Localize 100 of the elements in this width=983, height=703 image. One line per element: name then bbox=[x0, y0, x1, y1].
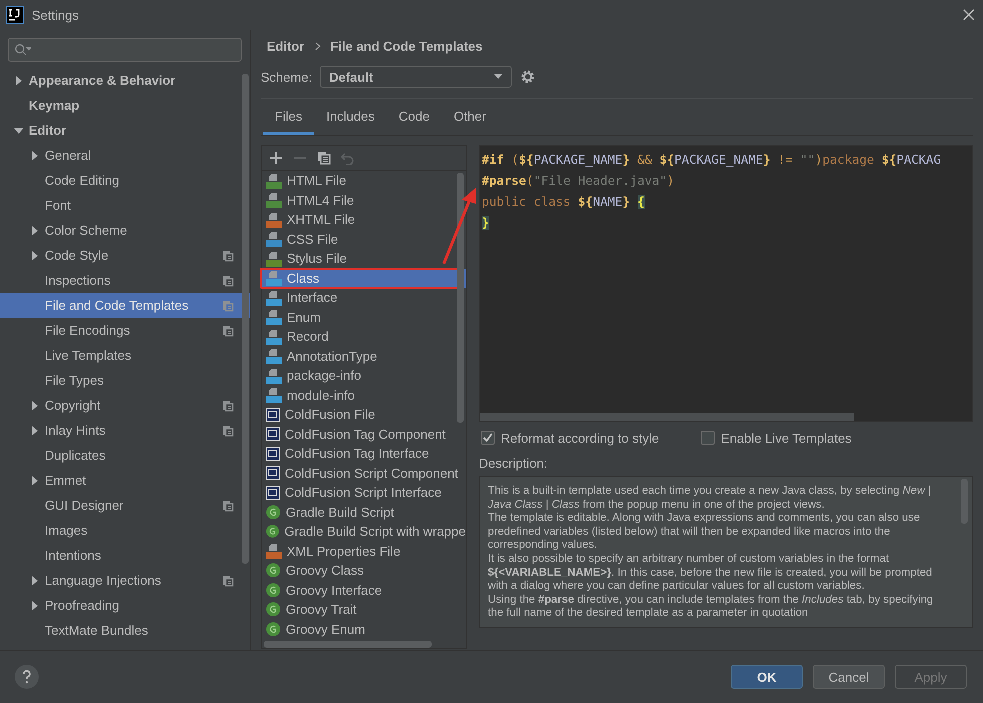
tree-item[interactable]: Copyright bbox=[0, 393, 250, 418]
tree-item[interactable]: Language Injections bbox=[0, 568, 250, 593]
template-item[interactable]: ColdFusion Script Component bbox=[262, 464, 466, 483]
tree-item[interactable]: File and Code Templates bbox=[0, 293, 250, 318]
tree-item[interactable]: Color Scheme bbox=[0, 218, 250, 243]
template-item[interactable]: Stylus File bbox=[262, 249, 466, 268]
template-item[interactable]: Groovy Class bbox=[262, 561, 466, 580]
tab[interactable]: Files bbox=[263, 105, 314, 135]
checkbox[interactable]: Reformat according to style bbox=[481, 430, 660, 446]
tree-item[interactable]: Live Templates bbox=[0, 343, 250, 368]
tree-item[interactable]: TextMate Bundles bbox=[0, 618, 250, 643]
template-item[interactable]: Groovy Enum bbox=[262, 620, 466, 639]
tree-item[interactable]: Duplicates bbox=[0, 443, 250, 468]
tree-item[interactable]: Code Editing bbox=[0, 168, 250, 193]
tree-item[interactable]: Inspections bbox=[0, 268, 250, 293]
copy-icon bbox=[317, 151, 331, 165]
template-item[interactable]: Gradle Build Script bbox=[262, 502, 466, 522]
tree-item[interactable]: General bbox=[0, 143, 250, 168]
checkbox[interactable]: Enable Live Templates bbox=[701, 430, 852, 446]
scrollbar[interactable] bbox=[457, 173, 464, 423]
code-line: #if (${PACKAGE_NAME} && ${PACKAGE_NAME} != "")package ${PACKAG bbox=[482, 152, 942, 169]
template-item[interactable]: CSS File bbox=[262, 230, 466, 249]
tree-item[interactable]: Font bbox=[0, 193, 250, 218]
chevron-icon bbox=[314, 42, 321, 50]
file-type-icon bbox=[266, 368, 282, 384]
template-item[interactable]: XML Properties File bbox=[262, 542, 466, 561]
template-item[interactable]: package-info bbox=[262, 366, 466, 386]
app-logo-icon bbox=[6, 6, 24, 24]
tree-item[interactable]: File Types bbox=[0, 368, 250, 393]
collapsed-arrow-icon[interactable] bbox=[30, 600, 40, 610]
template-item[interactable]: ColdFusion Script Interface bbox=[262, 483, 466, 502]
template-item[interactable]: XHTML File bbox=[262, 210, 466, 230]
file-type-icon bbox=[266, 328, 282, 345]
tree-item[interactable]: Intentions bbox=[0, 543, 250, 568]
template-item[interactable]: module-info bbox=[262, 386, 466, 405]
collapsed-arrow-icon[interactable] bbox=[30, 226, 40, 236]
description-text: This is a built-in template used each time you create a new Java class, by selecting New | Java Class | Class from the popup menu in one of the project views. bbox=[488, 485, 932, 512]
tree-item[interactable]: File Encodings bbox=[0, 318, 250, 343]
template-item[interactable]: Gradle Build Script with wrappe bbox=[262, 522, 466, 542]
collapsed-arrow-icon[interactable] bbox=[30, 150, 40, 160]
breadcrumb-item: Editor bbox=[267, 38, 305, 54]
description-text: Using the #parse directive, you can include templates from the Includes tab, by specifying the full name of the desired template as a parameter in quotation bbox=[488, 594, 934, 621]
tree-item[interactable]: Keymap bbox=[0, 93, 250, 118]
file-type-icon bbox=[266, 212, 282, 228]
code-line: public class ${NAME} { bbox=[482, 194, 645, 211]
collapsed-arrow-icon[interactable] bbox=[30, 400, 40, 410]
settings-icon[interactable] bbox=[520, 69, 536, 85]
help-icon[interactable] bbox=[14, 664, 40, 690]
scheme-label: Scheme: bbox=[261, 70, 312, 84]
breadcrumb-item: File and Code Templates bbox=[330, 38, 483, 54]
template-item[interactable]: HTML File bbox=[262, 171, 466, 190]
add-icon bbox=[269, 151, 283, 165]
tree-item[interactable]: Proofreading bbox=[0, 593, 250, 618]
tree-item[interactable]: Inlay Hints bbox=[0, 418, 250, 443]
tree-item[interactable]: Images bbox=[0, 518, 250, 543]
collapsed-arrow-icon[interactable] bbox=[30, 476, 40, 486]
dialog-button[interactable]: OK bbox=[731, 665, 803, 689]
file-type-icon bbox=[266, 270, 282, 286]
template-item[interactable]: Record bbox=[262, 327, 466, 346]
template-item[interactable]: ColdFusion File bbox=[262, 405, 466, 424]
tree-item[interactable]: Emmet bbox=[0, 468, 250, 493]
template-item[interactable]: Groovy Trait bbox=[262, 600, 466, 620]
template-item[interactable]: Interface bbox=[262, 288, 466, 308]
scrollbar[interactable] bbox=[480, 413, 854, 421]
search-field[interactable] bbox=[8, 38, 242, 62]
tree-item[interactable]: Editor bbox=[0, 118, 250, 143]
file-type-icon bbox=[266, 231, 282, 248]
tree-item[interactable]: GUI Designer bbox=[0, 493, 250, 518]
template-item[interactable]: ColdFusion Tag Component bbox=[262, 424, 466, 444]
tree-item[interactable]: Code Style bbox=[0, 243, 250, 268]
scheme-dropdown[interactable]: Default bbox=[320, 66, 512, 88]
file-type-icon bbox=[266, 543, 282, 560]
tab[interactable]: Includes bbox=[314, 105, 387, 135]
template-item[interactable]: Class bbox=[262, 268, 466, 288]
template-item[interactable]: AnnotationType bbox=[262, 346, 466, 366]
scrollbar[interactable] bbox=[242, 74, 249, 564]
collapsed-arrow-icon[interactable] bbox=[14, 76, 24, 86]
collapsed-arrow-icon[interactable] bbox=[30, 250, 40, 260]
search-icon bbox=[15, 44, 31, 56]
template-item[interactable]: ColdFusion Tag Interface bbox=[262, 444, 466, 464]
template-item[interactable]: Enum bbox=[262, 308, 466, 327]
close-icon[interactable] bbox=[963, 9, 975, 21]
code-line: #parse("File Header.java") bbox=[482, 173, 674, 190]
tab[interactable]: Other bbox=[442, 105, 498, 135]
template-item[interactable]: Groovy Interface bbox=[262, 580, 466, 600]
window-title: Settings bbox=[32, 8, 80, 22]
check-icon bbox=[483, 433, 493, 443]
reset-icon bbox=[341, 151, 355, 165]
code-editor[interactable]: #if (${PACKAGE_NAME} && ${PACKAGE_NAME} != "")package ${PACKAG #parse("File Header.java") public class ${NAME} { } bbox=[479, 145, 973, 422]
file-type-icon bbox=[266, 387, 282, 404]
file-type-icon bbox=[266, 348, 282, 364]
expanded-arrow-icon[interactable] bbox=[14, 126, 24, 136]
scrollbar[interactable] bbox=[264, 641, 432, 648]
collapsed-arrow-icon[interactable] bbox=[30, 576, 40, 586]
collapsed-arrow-icon[interactable] bbox=[30, 426, 40, 436]
template-item[interactable]: HTML4 File bbox=[262, 190, 466, 210]
tab[interactable]: Code bbox=[386, 105, 442, 135]
tree-item[interactable]: Appearance & Behavior bbox=[0, 68, 250, 93]
dialog-button[interactable]: Cancel bbox=[813, 665, 885, 689]
description-text: It is also possible to specify an arbitrary number of custom variables in the format ${<VARIABLE_NAME>}. In this case, before the new file is created, you will be prompted with a dialog where you can define particular values for all custom variables. bbox=[488, 552, 934, 594]
